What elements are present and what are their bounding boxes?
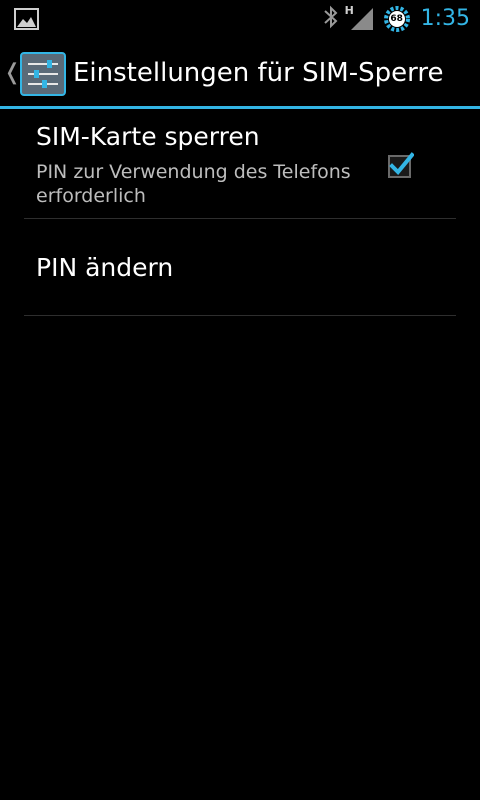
sim-lock-checkbox[interactable] xyxy=(388,152,415,178)
preference-item-change-pin[interactable]: PIN ändern xyxy=(24,219,456,316)
signal-icon: H xyxy=(344,4,375,32)
network-type-label: H xyxy=(344,4,354,17)
status-bar: H 68 1:35 xyxy=(0,0,480,38)
preference-list: SIM-Karte sperren PIN zur Verwendung des… xyxy=(0,110,480,316)
bluetooth-icon xyxy=(323,5,339,33)
image-notification-icon xyxy=(14,7,40,31)
preference-summary: PIN zur Verwendung des Telefons erforder… xyxy=(36,161,351,207)
preference-title: SIM-Karte sperren xyxy=(36,122,260,151)
page-title: Einstellungen für SIM-Sperre xyxy=(73,58,444,88)
clock: 1:35 xyxy=(420,6,470,31)
battery-level: 68 xyxy=(390,14,403,24)
battery-icon: 68 xyxy=(383,5,411,33)
action-bar[interactable]: ❬ Einstellungen für SIM-Sperre xyxy=(0,38,480,108)
action-bar-divider xyxy=(0,106,480,109)
settings-app-icon[interactable] xyxy=(20,52,66,96)
preference-item-sim-lock[interactable]: SIM-Karte sperren PIN zur Verwendung des… xyxy=(24,110,456,219)
up-caret-icon[interactable]: ❬ xyxy=(3,60,21,86)
preference-title: PIN ändern xyxy=(36,253,174,282)
